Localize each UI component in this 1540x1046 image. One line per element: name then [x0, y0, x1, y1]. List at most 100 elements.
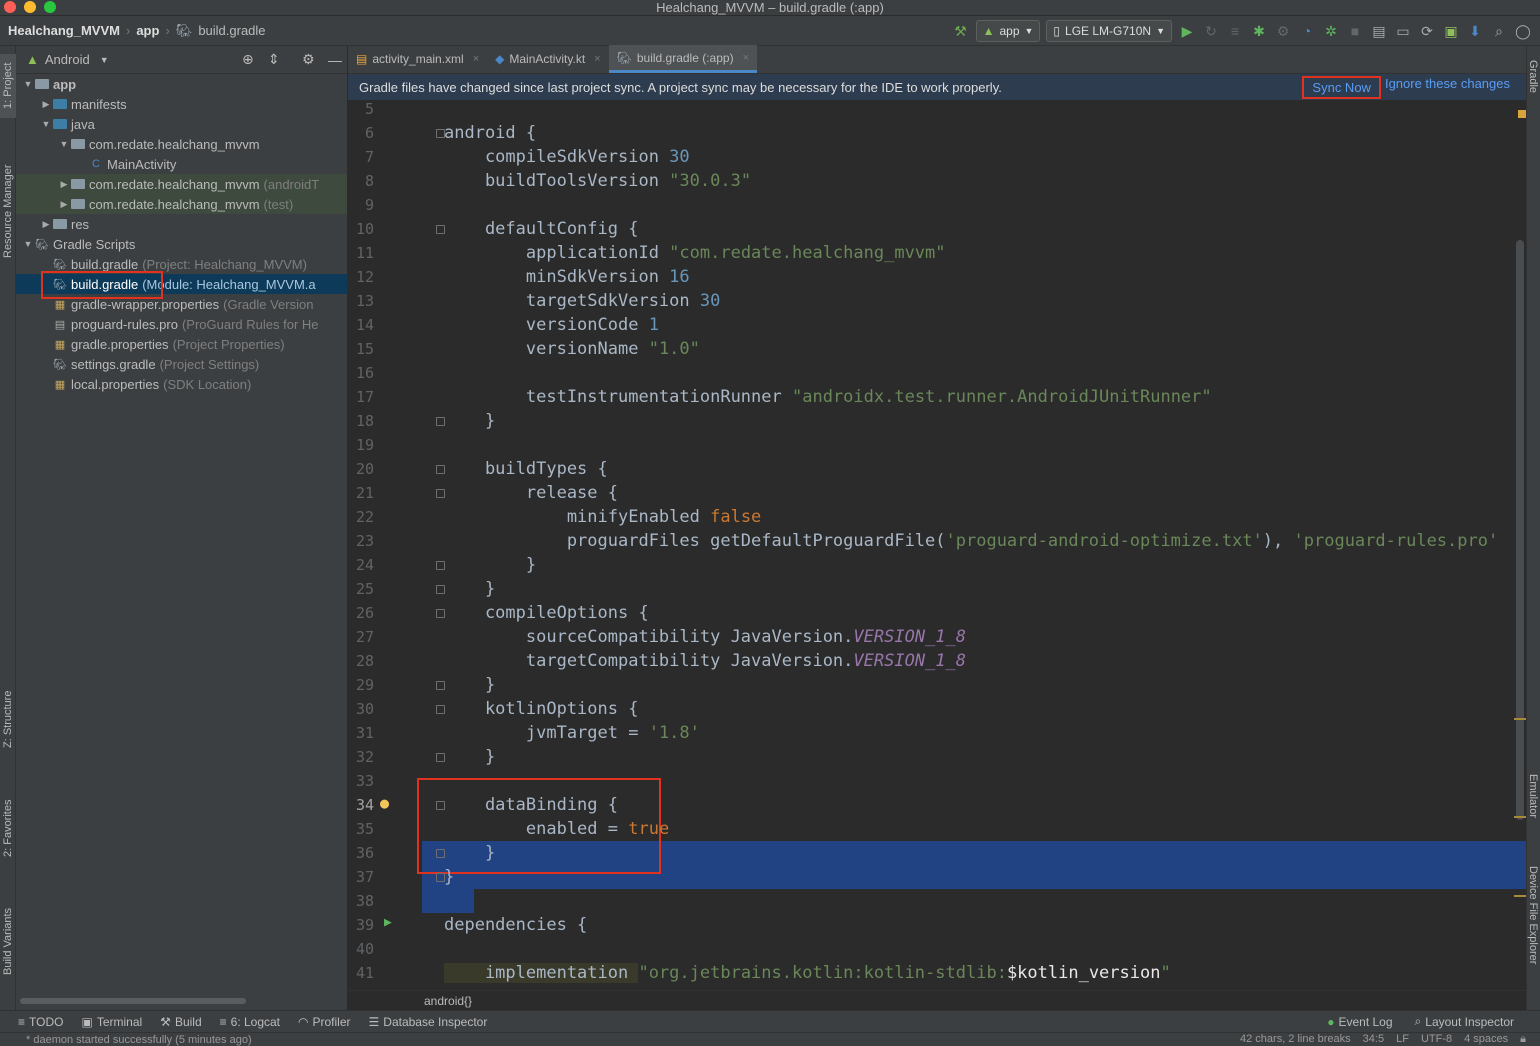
indent-setting[interactable]: 4 spaces	[1464, 1033, 1508, 1046]
tree-item[interactable]: ▼ com.redate.healchang_mvvm	[16, 134, 347, 154]
code-line[interactable]: 31 jvmTarget = '1.8'	[348, 721, 1526, 745]
editor-tab[interactable]: ◆ MainActivity.kt ×	[487, 45, 608, 73]
code-line[interactable]: 40	[348, 937, 1526, 961]
rerun-icon[interactable]: ↻	[1202, 22, 1220, 40]
breadcrumb-module[interactable]: app	[136, 23, 159, 38]
tree-item[interactable]: ▦ local.properties (SDK Location)	[16, 374, 347, 394]
code-line[interactable]: 13 targetSdkVersion 30	[348, 289, 1526, 313]
locate-icon[interactable]: ⊕	[242, 51, 254, 68]
fold-icon[interactable]	[436, 417, 445, 426]
line-number[interactable]: 38	[348, 892, 374, 910]
code-line[interactable]: 5	[348, 100, 1526, 121]
tree-item[interactable]: 🐘︎ settings.gradle (Project Settings)	[16, 354, 347, 374]
bottom-tool-button[interactable]: ≡ TODO	[18, 1015, 63, 1029]
line-number[interactable]: 15	[348, 340, 374, 358]
tree-item[interactable]: ▶ res	[16, 214, 347, 234]
device-select[interactable]: ▯ LGE LM-G710N ▼	[1046, 20, 1172, 42]
fold-icon[interactable]	[436, 753, 445, 762]
line-number[interactable]: 40	[348, 940, 374, 958]
line-number[interactable]: 19	[348, 436, 374, 454]
expanded-arrow-icon[interactable]: ▼	[22, 239, 34, 249]
tool-tab-favorites[interactable]: 2: Favorites	[0, 786, 16, 870]
line-number[interactable]: 32	[348, 748, 374, 766]
zoom-window-button[interactable]	[44, 1, 56, 13]
coverage-icon[interactable]: ✲	[1322, 22, 1340, 40]
hide-panel-icon[interactable]: —	[328, 52, 342, 68]
run-icon[interactable]: ▶	[1178, 22, 1196, 40]
collapsed-arrow-icon[interactable]: ▶	[58, 179, 70, 190]
fold-icon[interactable]	[436, 465, 445, 474]
project-structure-icon[interactable]: ▤	[1370, 22, 1388, 40]
line-separator[interactable]: LF	[1396, 1033, 1409, 1046]
tree-item[interactable]: ▼ 🐘︎ Gradle Scripts	[16, 234, 347, 254]
code-line[interactable]: 34 ● dataBinding {	[348, 793, 1526, 817]
line-number[interactable]: 26	[348, 604, 374, 622]
line-number[interactable]: 35	[348, 820, 374, 838]
line-number[interactable]: 22	[348, 508, 374, 526]
search-icon[interactable]: ⌕	[1490, 22, 1508, 40]
horizontal-scrollbar[interactable]	[20, 998, 246, 1004]
fold-icon[interactable]	[436, 489, 445, 498]
code-line[interactable]: 22 minifyEnabled false	[348, 505, 1526, 529]
fold-icon[interactable]	[436, 873, 445, 882]
user-icon[interactable]: ◯	[1514, 22, 1532, 40]
code-line[interactable]: 41 implementation "org.jetbrains.kotlin:…	[348, 961, 1526, 985]
caret-position[interactable]: 34:5	[1363, 1033, 1384, 1046]
code-line[interactable]: 30 kotlinOptions {	[348, 697, 1526, 721]
line-number[interactable]: 34	[348, 796, 374, 814]
line-number[interactable]: 8	[348, 172, 374, 190]
line-number[interactable]: 16	[348, 364, 374, 382]
debug-icon[interactable]: ✱	[1250, 22, 1268, 40]
close-icon[interactable]: ×	[594, 53, 600, 65]
error-stripe-marker[interactable]	[1518, 110, 1526, 118]
error-stripe-marker[interactable]	[1514, 718, 1526, 720]
avd-manager-icon[interactable]: ▭	[1394, 22, 1412, 40]
status-message[interactable]: * daemon started successfully (5 minutes…	[26, 1034, 252, 1046]
sync-now-link[interactable]: Sync Now	[1302, 75, 1381, 99]
tree-item[interactable]: ▶ com.redate.healchang_mvvm (androidT	[16, 174, 347, 194]
code-line[interactable]: 25 }	[348, 577, 1526, 601]
tool-tab-device-file-explorer[interactable]: Device File Explorer	[1526, 866, 1540, 1006]
code-line[interactable]: 8 buildToolsVersion "30.0.3"	[348, 169, 1526, 193]
expanded-arrow-icon[interactable]: ▼	[58, 139, 70, 149]
apply-changes-icon[interactable]: ≡	[1226, 22, 1244, 40]
line-number[interactable]: 6	[348, 124, 374, 142]
line-number[interactable]: 7	[348, 148, 374, 166]
code-line[interactable]: 17 testInstrumentationRunner "androidx.t…	[348, 385, 1526, 409]
breadcrumb-project[interactable]: Healchang_MVVM	[8, 23, 120, 38]
stop-icon[interactable]: ■	[1346, 22, 1364, 40]
code-line[interactable]: 26 compileOptions {	[348, 601, 1526, 625]
line-number[interactable]: 14	[348, 316, 374, 334]
bottom-tool-button[interactable]: ≡ 6: Logcat	[220, 1015, 280, 1029]
code-line[interactable]: 19	[348, 433, 1526, 457]
line-number[interactable]: 10	[348, 220, 374, 238]
code-line[interactable]: 15 versionName "1.0"	[348, 337, 1526, 361]
fold-icon[interactable]	[436, 585, 445, 594]
line-number[interactable]: 41	[348, 964, 374, 982]
tree-item[interactable]: ▦ gradle.properties (Project Properties)	[16, 334, 347, 354]
bottom-tool-button[interactable]: ⌕ Layout Inspector	[1415, 1014, 1514, 1029]
device-manager-icon[interactable]: ▣	[1442, 22, 1460, 40]
line-number[interactable]: 21	[348, 484, 374, 502]
close-window-button[interactable]	[4, 1, 16, 13]
tool-tab-project[interactable]: 1: Project	[0, 54, 16, 118]
code-line[interactable]: 32 }	[348, 745, 1526, 769]
bottom-tool-button[interactable]: ☰ Database Inspector	[369, 1015, 488, 1029]
code-line[interactable]: 24 }	[348, 553, 1526, 577]
fold-icon[interactable]	[436, 129, 445, 138]
code-line[interactable]: 20 buildTypes {	[348, 457, 1526, 481]
line-number[interactable]: 13	[348, 292, 374, 310]
line-number[interactable]: 27	[348, 628, 374, 646]
tree-item[interactable]: ▤ proguard-rules.pro (ProGuard Rules for H…	[16, 314, 347, 334]
minimize-window-button[interactable]	[24, 1, 36, 13]
code-line[interactable]: 35 enabled = true	[348, 817, 1526, 841]
file-encoding[interactable]: UTF-8	[1421, 1033, 1452, 1046]
fold-icon[interactable]	[436, 561, 445, 570]
gear-icon[interactable]: ⚙	[302, 51, 315, 68]
sync-gradle-icon[interactable]: ⟳	[1418, 22, 1436, 40]
attach-debugger-icon[interactable]: ⚙	[1274, 22, 1292, 40]
code-line[interactable]: 7 compileSdkVersion 30	[348, 145, 1526, 169]
lock-icon[interactable]: 🔒︎	[1520, 1033, 1526, 1046]
code-line[interactable]: 21 release {	[348, 481, 1526, 505]
profile-icon[interactable]: ◔	[1298, 22, 1316, 40]
